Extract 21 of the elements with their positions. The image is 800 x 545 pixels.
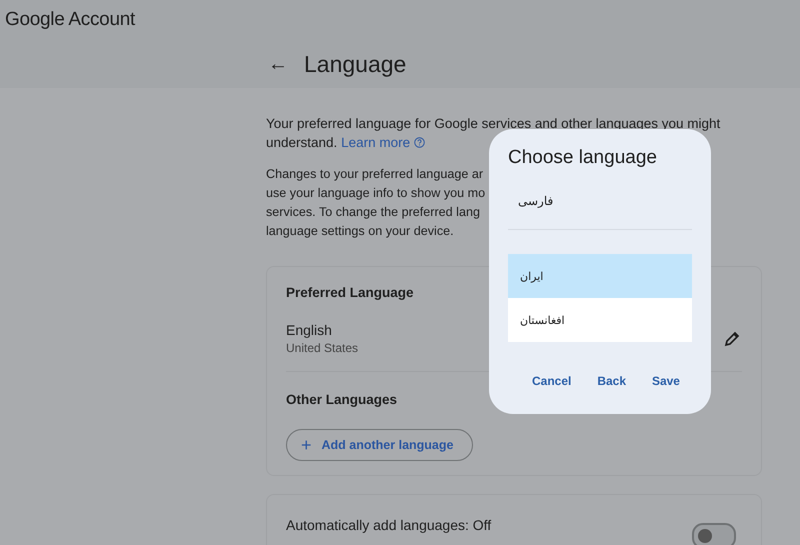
back-button[interactable]: ← <box>264 53 292 76</box>
add-language-button[interactable]: + Add another language <box>286 429 474 461</box>
auto-add-label: Automatically add languages: Off <box>286 517 492 535</box>
brand-name: Google Account <box>4 8 135 32</box>
edit-icon[interactable] <box>724 330 740 346</box>
language-option[interactable]: ایران <box>508 254 692 298</box>
learn-more-link[interactable]: Learn more <box>341 135 425 150</box>
language-option[interactable]: افغانستان <box>508 298 692 342</box>
page-title: Language <box>304 51 406 78</box>
toggle-switch[interactable] <box>692 523 736 545</box>
language-region: United States <box>286 341 358 355</box>
notice-text: Changes to your preferred language ar use your language info to show you mo services. To change the preferred lang language settings on your device. <box>266 166 486 240</box>
section-heading: Preferred Language <box>286 285 415 300</box>
dialog-title: Choose language <box>508 147 658 169</box>
language-name: English <box>286 322 333 338</box>
dialog-button[interactable]: Back <box>597 372 626 390</box>
section-heading: Other Languages <box>286 392 398 407</box>
dialog-button[interactable]: Save <box>652 372 680 390</box>
dialog-button[interactable]: Cancel <box>532 372 572 390</box>
help-icon <box>414 137 425 148</box>
language-field[interactable]: فارسی <box>508 188 692 230</box>
